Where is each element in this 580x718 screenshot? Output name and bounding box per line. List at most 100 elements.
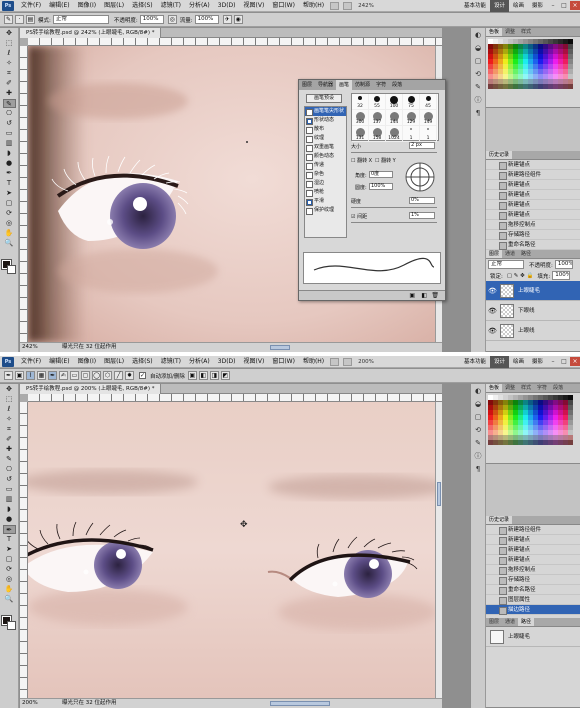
- type-tool-icon[interactable]: T: [3, 535, 16, 544]
- menu-item[interactable]: 帮助(H): [299, 0, 328, 12]
- angle-roundness-preview[interactable]: [403, 160, 437, 194]
- ellipse-icon[interactable]: ◯: [92, 371, 101, 380]
- horizontal-scrollbar-thumb[interactable]: [270, 345, 290, 350]
- panel-tab[interactable]: 通道: [502, 618, 518, 626]
- maximize-icon[interactable]: □: [559, 1, 569, 10]
- menu-item[interactable]: 窗口(W): [268, 356, 299, 368]
- history-tab[interactable]: 历史记录: [486, 516, 513, 524]
- workspace-button[interactable]: 设计: [489, 0, 509, 12]
- move-tool-icon[interactable]: ✥: [3, 385, 16, 394]
- brush-panel-tab[interactable]: 画笔: [336, 80, 353, 90]
- 3d-camera-tool-icon[interactable]: ◎: [3, 575, 16, 584]
- brush-picker-icon[interactable]: ·: [15, 15, 24, 24]
- brush-tip[interactable]: 137: [369, 110, 386, 126]
- history-item[interactable]: 新建锚点: [486, 545, 580, 555]
- menu-item[interactable]: 分析(A): [185, 0, 214, 12]
- brush-option[interactable]: 喷枪: [305, 188, 346, 197]
- shape-tool-icon[interactable]: ▢: [3, 199, 16, 208]
- menu-item[interactable]: 文件(F): [17, 356, 45, 368]
- quick-select-tool-icon[interactable]: ✧: [3, 415, 16, 424]
- brush-tip[interactable]: 158: [369, 126, 386, 142]
- history-item[interactable]: 新建锚点: [486, 535, 580, 545]
- brush-tip[interactable]: 75: [403, 94, 420, 110]
- 3d-rotate-tool-icon[interactable]: ⟳: [3, 565, 16, 574]
- history-item[interactable]: 新建锚点: [486, 210, 580, 220]
- brush-panel-tab[interactable]: 图层: [299, 80, 315, 90]
- horizontal-scrollbar-thumb[interactable]: [270, 701, 330, 706]
- menu-item[interactable]: 分析(A): [185, 356, 214, 368]
- brush-tip[interactable]: 100: [386, 94, 403, 110]
- brush-tip[interactable]: 131: [352, 126, 369, 142]
- brush-panel-tab[interactable]: 仿制源: [352, 80, 373, 90]
- gradient-tool-icon[interactable]: ▥: [3, 495, 16, 504]
- spacing-input[interactable]: 1%: [409, 212, 435, 219]
- menu-item[interactable]: 视图(V): [240, 356, 269, 368]
- menu-item[interactable]: 帮助(H): [299, 356, 328, 368]
- brush-tip[interactable]: 1024: [386, 126, 403, 142]
- blend-mode-dropdown[interactable]: 正常: [488, 260, 524, 269]
- menu-item[interactable]: 视图(V): [240, 0, 269, 12]
- healing-tool-icon[interactable]: ✚: [3, 445, 16, 454]
- history-tab[interactable]: 历史记录: [486, 151, 513, 159]
- brush-option[interactable]: 保护纹理: [305, 206, 346, 215]
- airbrush-icon[interactable]: ✈: [222, 15, 232, 24]
- workspace-button[interactable]: 绘画: [509, 0, 528, 12]
- pen-tool-icon[interactable]: ✒: [4, 371, 13, 380]
- dodge-tool-icon[interactable]: ●: [3, 159, 16, 168]
- roundness-input[interactable]: 100%: [369, 183, 393, 190]
- path-subtract-icon[interactable]: ◧: [198, 371, 208, 380]
- paths-mode-icon[interactable]: ⌇: [26, 371, 35, 380]
- brush-option[interactable]: 杂色: [305, 170, 346, 179]
- mask-panel-icon[interactable]: ▢: [473, 56, 484, 67]
- hand-tool-icon[interactable]: ✋: [3, 229, 16, 238]
- workspace-button[interactable]: 基本功能: [460, 0, 490, 12]
- color-panel-icon[interactable]: ◐: [473, 386, 484, 397]
- lock-icons[interactable]: ▢ ✎ ✥ 🔒: [507, 273, 534, 279]
- path-add-icon[interactable]: ▣: [187, 371, 197, 380]
- menu-item[interactable]: 滤镜(T): [157, 356, 185, 368]
- pen-tool-icon[interactable]: ✒: [3, 169, 16, 178]
- pen-icon[interactable]: ✒: [48, 371, 57, 380]
- brush-tip[interactable]: 32: [352, 94, 369, 110]
- history-panel-icon[interactable]: ⟲: [473, 69, 484, 80]
- panel-tab[interactable]: 调整: [502, 384, 518, 392]
- crop-tool-icon[interactable]: ⌗: [3, 69, 16, 78]
- panel-tab[interactable]: 路径: [518, 250, 534, 258]
- swatch[interactable]: [568, 84, 573, 89]
- status-zoom[interactable]: 200%: [22, 699, 38, 708]
- menu-item[interactable]: 窗口(W): [268, 0, 299, 12]
- history-item[interactable]: 存储路径: [486, 575, 580, 585]
- workspace-button[interactable]: 绘画: [509, 356, 528, 368]
- path-select-tool-icon[interactable]: ➤: [3, 189, 16, 198]
- panel-tab[interactable]: 色板: [486, 28, 503, 36]
- swatches-grid[interactable]: [486, 37, 580, 91]
- hand-tool-icon[interactable]: ✋: [3, 585, 16, 594]
- quick-select-tool-icon[interactable]: ✧: [3, 59, 16, 68]
- shape-layers-icon[interactable]: ▣: [15, 371, 24, 380]
- toggle-preview-icon[interactable]: ◧: [421, 292, 427, 299]
- close-icon[interactable]: ×: [570, 1, 580, 10]
- workspace-button[interactable]: 摄影: [528, 0, 547, 12]
- brush-tip[interactable]: 300: [352, 110, 369, 126]
- history-item[interactable]: 新建锚点: [486, 555, 580, 565]
- zoom-level[interactable]: 242%: [358, 3, 374, 9]
- brush-panel-icon[interactable]: ✎: [473, 82, 484, 93]
- lasso-tool-icon[interactable]: ℓ: [3, 49, 16, 58]
- workspace-button[interactable]: 基本功能: [460, 356, 490, 368]
- panel-tab[interactable]: 路径: [518, 618, 535, 626]
- menu-item[interactable]: 选择(S): [128, 0, 157, 12]
- menu-item[interactable]: 文件(F): [17, 0, 45, 12]
- workspace-button[interactable]: 设计: [489, 356, 509, 368]
- history-brush-tool-icon[interactable]: ↺: [3, 475, 16, 484]
- maximize-icon[interactable]: □: [559, 357, 569, 366]
- rounded-rectangle-icon[interactable]: ▢: [81, 371, 90, 380]
- panel-tab[interactable]: 调整: [502, 28, 518, 36]
- minimize-icon[interactable]: –: [548, 357, 558, 366]
- history-item[interactable]: 图层属性: [486, 595, 580, 605]
- panel-tab[interactable]: 通道: [502, 250, 518, 258]
- panel-tab[interactable]: 色板: [486, 384, 503, 392]
- spacing-checkbox[interactable]: ☑ 间距: [351, 213, 367, 220]
- swatches-grid[interactable]: [486, 393, 580, 447]
- paragraph-panel-icon[interactable]: ¶: [473, 108, 484, 119]
- polygon-icon[interactable]: ⬡: [103, 371, 112, 380]
